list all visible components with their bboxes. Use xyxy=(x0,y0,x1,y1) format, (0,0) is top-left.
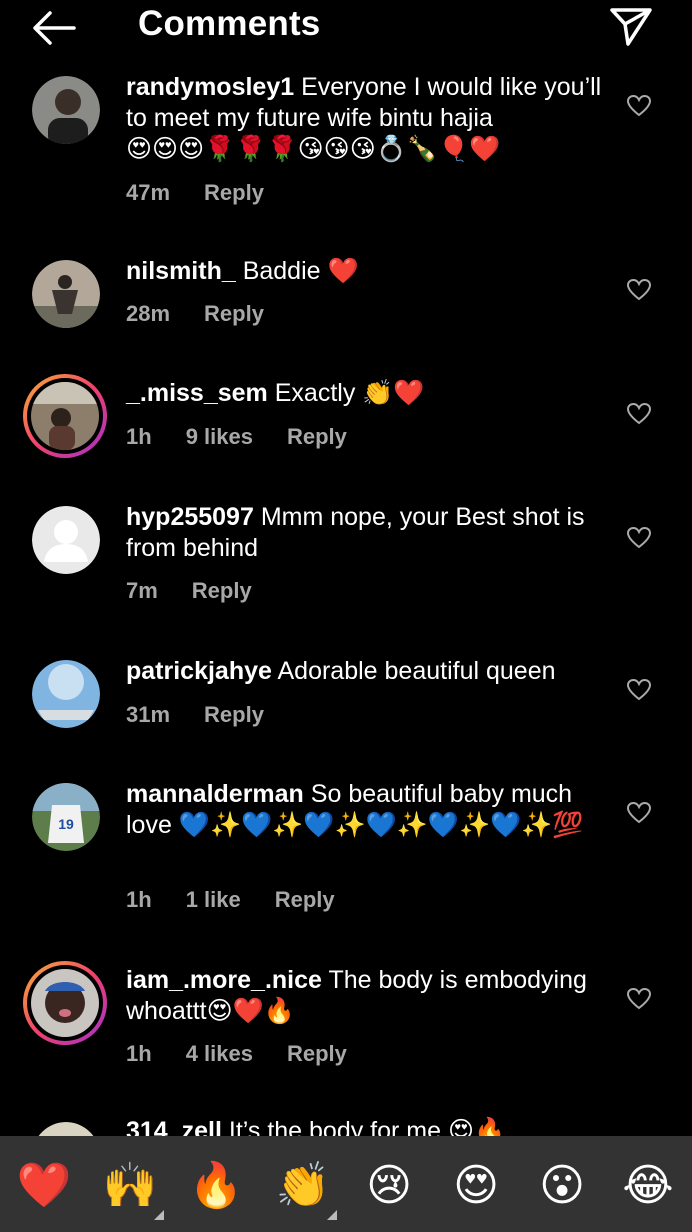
comment-username[interactable]: 314_zell xyxy=(126,1117,222,1136)
avatar[interactable]: 19 xyxy=(32,783,100,851)
comment-time: 1h xyxy=(126,887,152,912)
emoji-clapping-hands-button[interactable]: 👏 xyxy=(275,1158,331,1214)
comment-text: Exactly xyxy=(274,379,356,407)
reply-button[interactable]: Reply xyxy=(287,424,347,449)
emoji-reaction-bar: ❤️ 🙌 🔥 👏 😢 😍 😮 😂 xyxy=(0,1136,692,1232)
reply-button[interactable]: Reply xyxy=(275,887,335,912)
heart-icon[interactable] xyxy=(626,526,652,550)
comment-meta: 47m Reply xyxy=(126,180,298,206)
comment-time: 31m xyxy=(126,702,171,727)
avatar[interactable] xyxy=(32,1122,100,1136)
reply-button[interactable]: Reply xyxy=(204,180,264,205)
avatar[interactable] xyxy=(23,374,107,458)
comment-emojis: 💙✨💙✨💙✨💙✨💙✨💙✨💯 xyxy=(178,811,584,839)
comment-username[interactable]: iam_.more_.nice xyxy=(126,966,322,994)
comment-username[interactable]: randymosley1 xyxy=(126,73,294,101)
emoji-raising-hands-button[interactable]: 🙌 xyxy=(102,1158,158,1214)
emoji-surprised-face-button[interactable]: 😮 xyxy=(534,1158,590,1214)
emoji-tears-of-joy-button[interactable]: 😂 xyxy=(620,1158,676,1214)
comment-emojis: 😍😍😍🌹🌹🌹😘😘😘💍🍾🎈❤️ xyxy=(126,135,501,163)
comment-username[interactable]: nilsmith_ xyxy=(126,257,236,285)
comment-body: patrickjahye Adorable beautiful queen xyxy=(126,656,606,687)
comment-time: 28m xyxy=(126,301,171,326)
emoji-fire-button[interactable]: 🔥 xyxy=(188,1158,244,1214)
comment-username[interactable]: _.miss_sem xyxy=(126,379,268,407)
comment-username[interactable]: patrickjahye xyxy=(126,657,272,685)
avatar[interactable] xyxy=(32,660,100,728)
comment-body: randymosley1 Everyone I would like you’l… xyxy=(126,72,606,165)
reply-button[interactable]: Reply xyxy=(192,578,252,603)
avatar[interactable] xyxy=(32,260,100,328)
reply-button[interactable]: Reply xyxy=(287,1041,347,1066)
reply-button[interactable]: Reply xyxy=(204,702,264,727)
comment-emojis: 👏❤️ xyxy=(362,379,425,407)
comment-emojis: 😍🔥 xyxy=(447,1117,506,1136)
skin-tone-indicator-icon xyxy=(327,1210,337,1220)
heart-icon[interactable] xyxy=(626,678,652,702)
avatar[interactable] xyxy=(32,76,100,144)
reply-button[interactable]: Reply xyxy=(204,301,264,326)
page-title: Comments xyxy=(138,4,321,43)
comment-meta: 31m Reply xyxy=(126,702,298,728)
comment-username[interactable]: hyp255097 xyxy=(126,503,254,531)
comment-text: It’s the body for me xyxy=(228,1117,442,1136)
comment-time: 1h xyxy=(126,1041,152,1066)
comment-time: 7m xyxy=(126,578,158,603)
comment-time: 1h xyxy=(126,424,152,449)
comment-body: iam_.more_.nice The body is embodying wh… xyxy=(126,965,606,1027)
skin-tone-indicator-icon xyxy=(154,1210,164,1220)
comment-meta: 28m Reply xyxy=(126,301,298,327)
comment-text: Adorable beautiful queen xyxy=(277,657,556,685)
comment-body: nilsmith_ Baddie ❤️ xyxy=(126,256,606,287)
emoji-heart-eyes-button[interactable]: 😍 xyxy=(448,1158,504,1214)
emoji-red-heart-button[interactable]: ❤️ xyxy=(16,1158,72,1214)
comment-time: 47m xyxy=(126,180,171,205)
back-arrow-icon[interactable] xyxy=(28,8,80,48)
comment-text: Baddie xyxy=(242,257,321,285)
comment-body: mannalderman So beautiful baby much love… xyxy=(126,779,606,841)
comment-meta: 7m Reply xyxy=(126,578,286,604)
send-icon[interactable] xyxy=(606,4,656,48)
comment-likes[interactable]: 9 likes xyxy=(186,424,253,449)
avatar[interactable] xyxy=(32,506,100,574)
svg-text:19: 19 xyxy=(58,816,74,832)
comment-body: hyp255097 Mmm nope, your Best shot is fr… xyxy=(126,502,606,564)
heart-icon[interactable] xyxy=(626,94,652,118)
comment-emojis: ❤️ xyxy=(327,257,359,285)
heart-icon[interactable] xyxy=(626,402,652,426)
heart-icon[interactable] xyxy=(626,801,652,825)
heart-icon[interactable] xyxy=(626,278,652,302)
comment-body: 314_zell It’s the body for me 😍🔥 xyxy=(126,1116,606,1136)
comments-list[interactable]: randymosley1 Everyone I would like you’l… xyxy=(0,0,692,1136)
comment-meta: 1h 9 likes Reply xyxy=(126,424,381,450)
heart-icon[interactable] xyxy=(626,987,652,1011)
comment-likes[interactable]: 1 like xyxy=(186,887,241,912)
avatar[interactable] xyxy=(23,961,107,1045)
comment-meta: 1h 4 likes Reply xyxy=(126,1041,381,1067)
comment-emojis: 😍❤️🔥 xyxy=(206,997,295,1025)
comment-username[interactable]: mannalderman xyxy=(126,780,304,808)
comment-body: _.miss_sem Exactly 👏❤️ xyxy=(126,378,606,409)
comment-meta: 1h 1 like Reply xyxy=(126,887,369,913)
emoji-crying-face-button[interactable]: 😢 xyxy=(361,1158,417,1214)
header-bar: Comments xyxy=(0,0,692,64)
comment-likes[interactable]: 4 likes xyxy=(186,1041,253,1066)
